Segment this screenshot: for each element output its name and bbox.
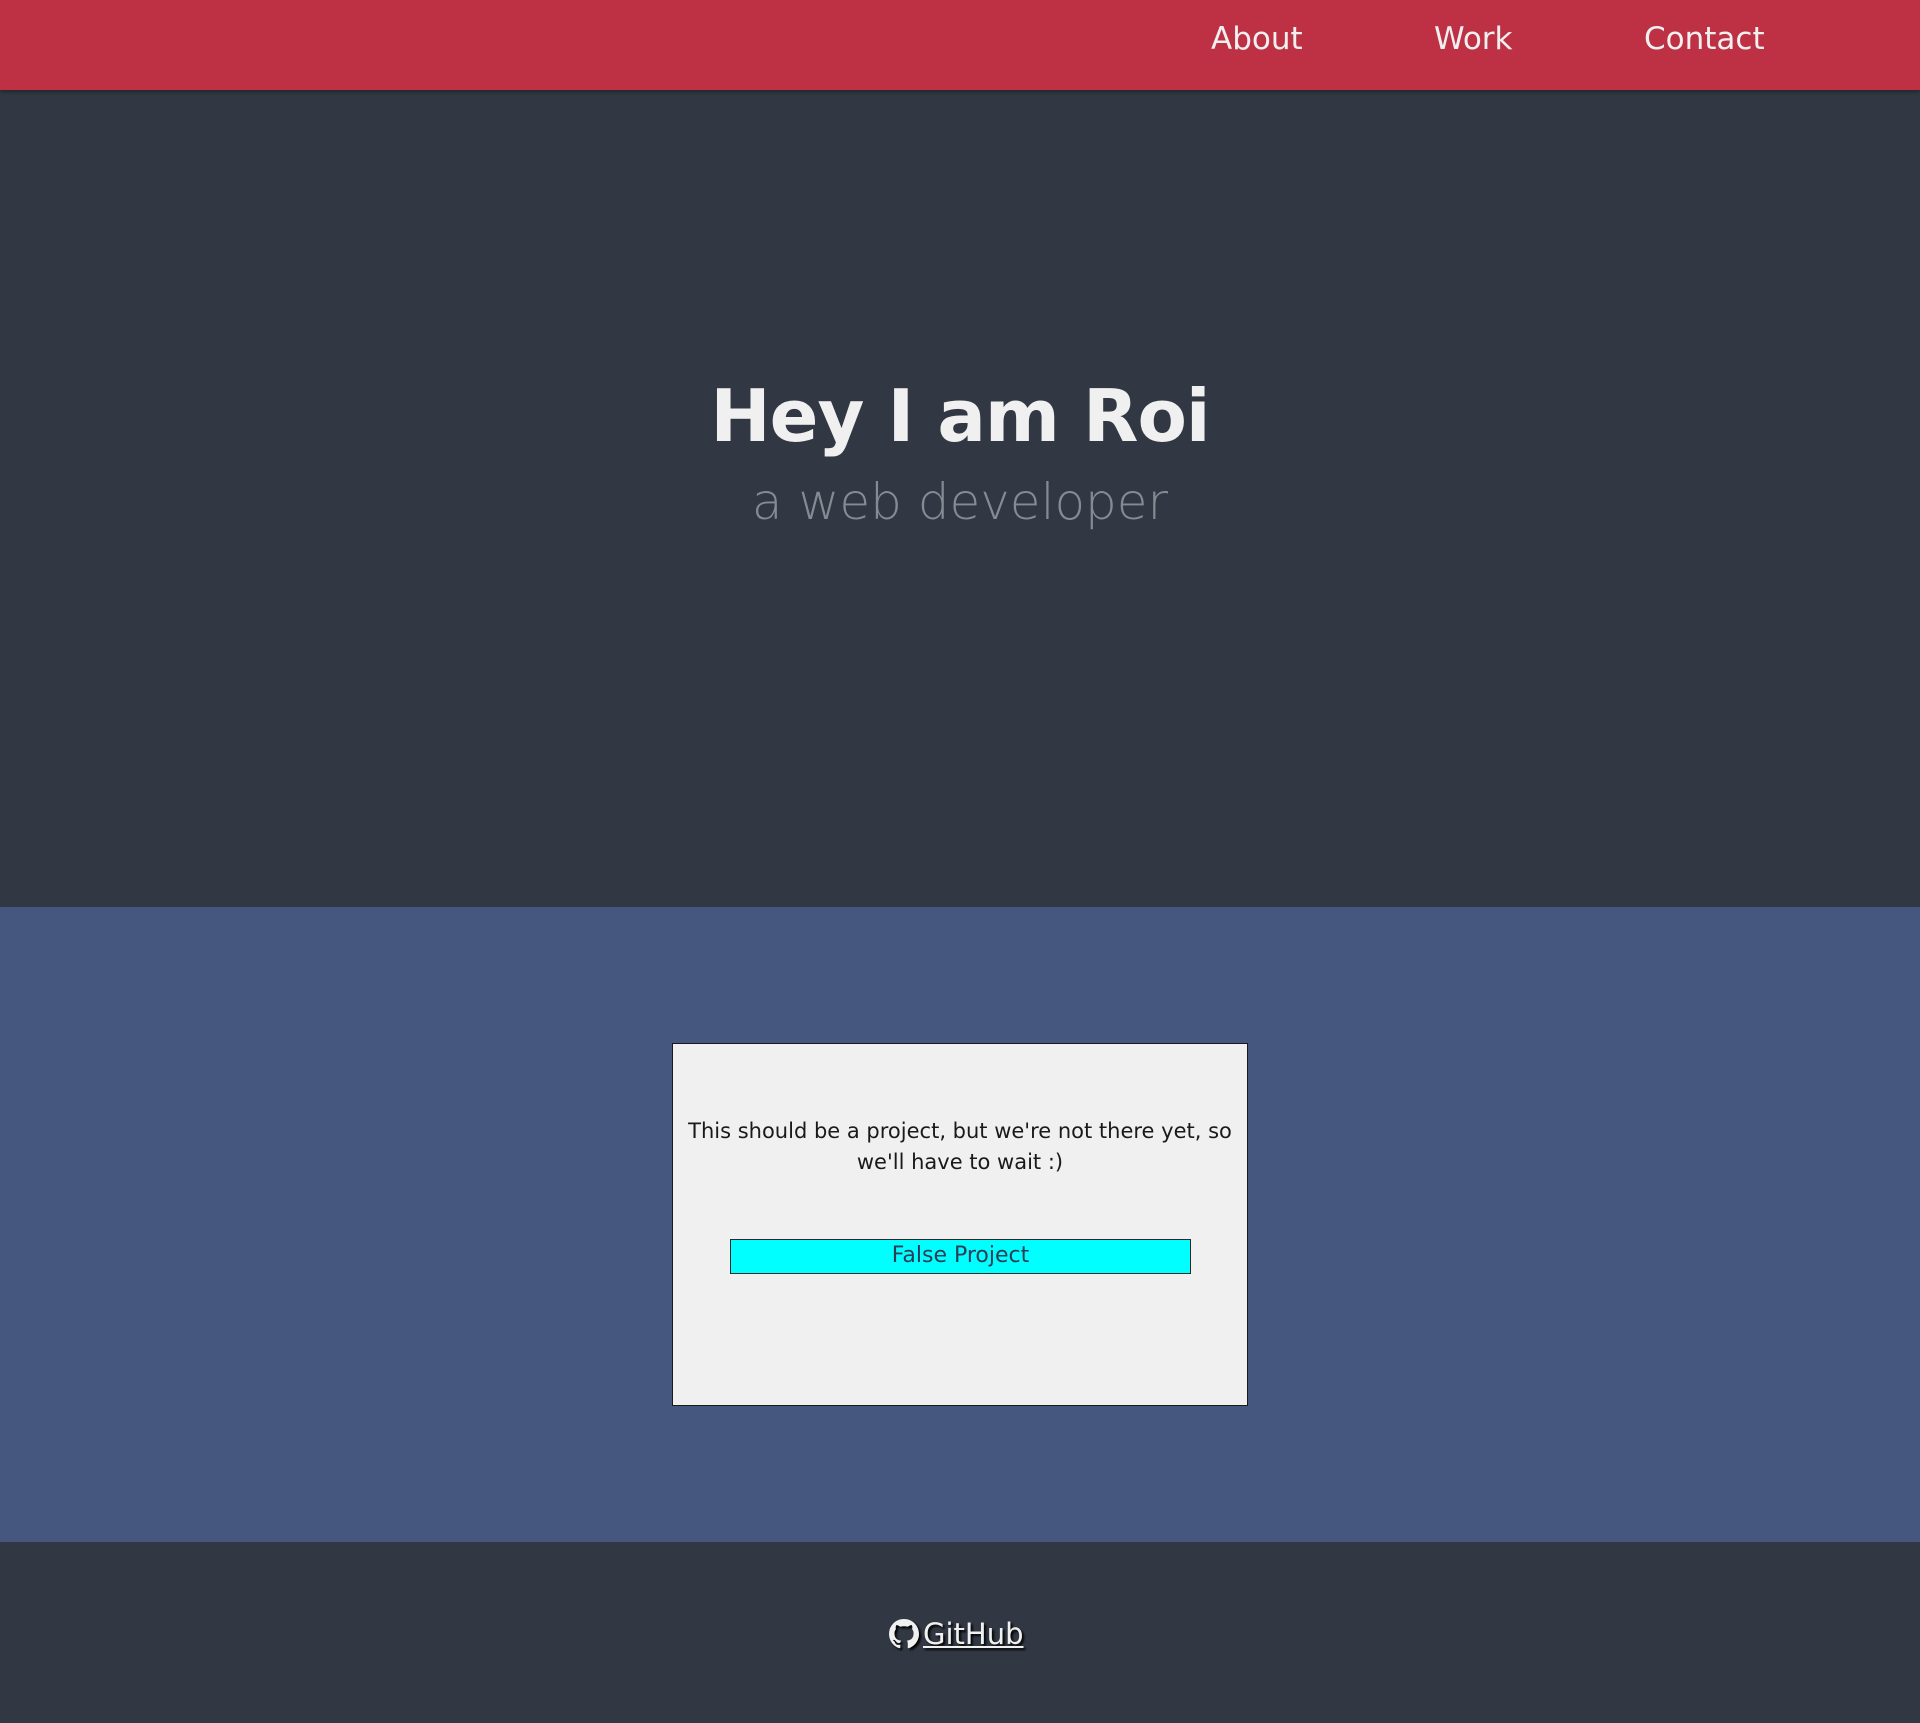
nav-link-about[interactable]: About xyxy=(1211,0,1303,78)
nav-link-contact[interactable]: Contact xyxy=(1644,0,1765,78)
github-icon xyxy=(889,1619,919,1649)
hero-title: Hey I am Roi xyxy=(710,374,1210,458)
nav-link-work[interactable]: Work xyxy=(1434,0,1513,78)
false-project-button[interactable]: False Project xyxy=(730,1239,1191,1274)
project-card: This should be a project, but we're not … xyxy=(672,1043,1248,1406)
hero-subtitle: a web developer xyxy=(751,473,1169,531)
github-link[interactable]: GitHub xyxy=(889,1609,1024,1659)
navbar: About Work Contact xyxy=(0,0,1920,90)
github-label: GitHub xyxy=(923,1617,1024,1651)
project-description: This should be a project, but we're not … xyxy=(688,1119,1232,1174)
